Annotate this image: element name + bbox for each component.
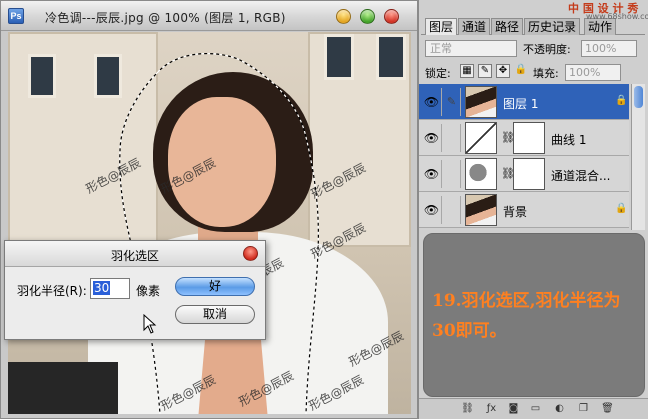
photoshop-app-icon: Ps [8,8,24,24]
empty-link-cell [443,124,461,152]
visibility-eye-icon[interactable]: 👁 [422,124,442,152]
image-canvas[interactable]: 形色@辰辰 形色@辰辰 形色@辰辰 形色@辰辰 形色@辰辰 形色@辰辰 形色@辰… [8,32,411,414]
feather-radius-value: 30 [93,281,111,295]
tab-layers[interactable]: 图层 [425,18,458,35]
brush-icon: ✎ [443,88,461,116]
delete-layer-icon[interactable]: 🗑 [601,403,614,415]
add-mask-icon[interactable]: ◙ [507,403,520,415]
new-layer-icon[interactable]: ❐ [577,403,590,415]
lock-icon: 🔒 [615,95,628,106]
layer-name: 曲线 1 [551,133,587,147]
mouse-pointer-icon [143,314,157,334]
feather-radius-unit: 像素 [136,284,161,298]
lock-label: 锁定: [425,67,451,80]
scrollbar-thumb[interactable] [634,86,643,108]
opacity-input[interactable]: 100% [581,40,637,57]
cancel-button[interactable]: 取消 [175,305,255,324]
new-group-icon[interactable]: ▭ [529,403,542,415]
lock-fill-row: 锁定: ▦ ✎ ✥ 🔒 填充: 100% [419,61,648,83]
curves-adjustment-icon [465,122,497,154]
lock-transparent-icon[interactable]: ▦ [460,64,474,78]
tab-channels[interactable]: 通道 [458,18,491,35]
empty-link-cell [443,160,461,188]
layers-panel: 图层 通道 路径 历史记录 动作 正常 不透明度: 100% 锁定: ▦ ✎ ✥… [418,0,648,419]
visibility-eye-icon[interactable]: 👁 [422,160,442,188]
lock-brush-icon[interactable]: ✎ [478,64,492,78]
fill-input[interactable]: 100% [565,64,621,81]
dialog-title: 羽化选区 [110,249,159,263]
tab-history[interactable]: 历史记录 [524,18,581,35]
blend-mode-select[interactable]: 正常 [425,40,517,57]
feather-radius-input[interactable]: 30 [90,278,130,299]
close-button[interactable] [384,9,399,24]
lock-move-icon[interactable]: ✥ [496,64,510,78]
layer-row[interactable]: 👁 ⛓ 曲线 1 [419,120,629,156]
tab-paths[interactable]: 路径 [491,18,524,35]
document-window: Ps 冷色调---辰辰.jpg @ 100% (图层 1, RGB) 形色@辰辰… [0,0,418,419]
layer-name: 图层 1 [503,97,539,111]
layer-row[interactable]: 👁 背景 🔒 [419,192,629,228]
layer-style-icon[interactable]: ƒx [485,403,498,415]
tutorial-note: 19.羽化选区,羽化半径为30即可。 [423,233,645,397]
layer-mask-thumbnail [513,122,545,154]
layer-name: 背景 [503,205,528,219]
dialog-titlebar[interactable]: 羽化选区 [5,241,265,267]
maximize-button[interactable] [360,9,375,24]
fill-label: 填充: [533,67,559,80]
link-layers-icon[interactable]: ⛓ [461,403,474,415]
feather-radius-label: 羽化半径(R): [17,284,87,298]
layers-footer-toolbar: ⛓ ƒx ◙ ▭ ◐ ❐ 🗑 [419,398,648,419]
visibility-eye-icon[interactable]: 👁 [422,88,442,116]
layer-thumbnail [465,194,497,226]
site-watermark-url: www.68show.com [586,12,648,21]
empty-link-cell [443,196,461,224]
feather-selection-dialog: 羽化选区 羽化半径(R): 30 像素 好 取消 [4,240,266,340]
layer-name: 通道混合... [551,169,611,183]
document-title: 冷色调---辰辰.jpg @ 100% (图层 1, RGB) [45,11,286,25]
new-adjustment-layer-icon[interactable]: ◐ [553,403,566,415]
dialog-close-button[interactable] [243,246,258,261]
lock-all-icon[interactable]: 🔒 [514,64,528,78]
layer-row[interactable]: 👁 ✎ 图层 1 🔒 [419,84,629,120]
document-titlebar[interactable]: Ps 冷色调---辰辰.jpg @ 100% (图层 1, RGB) [1,1,417,31]
layers-scrollbar[interactable] [631,84,645,230]
layers-list: 👁 ✎ 图层 1 🔒 👁 ⛓ 曲线 1 👁 ⛓ 通道混合... 👁 背景 🔒 [419,84,648,230]
lock-icon: 🔒 [615,203,628,214]
blend-opacity-row: 正常 不透明度: 100% [419,38,648,60]
layer-row[interactable]: 👁 ⛓ 通道混合... [419,156,629,192]
tutorial-note-text: 19.羽化选区,羽化半径为30即可。 [432,291,621,341]
minimize-button[interactable] [336,9,351,24]
opacity-label: 不透明度: [523,43,571,56]
layer-thumbnail [465,86,497,118]
ok-button[interactable]: 好 [175,277,255,296]
layer-mask-thumbnail [513,158,545,190]
visibility-eye-icon[interactable]: 👁 [422,196,442,224]
channel-mixer-icon [465,158,497,190]
